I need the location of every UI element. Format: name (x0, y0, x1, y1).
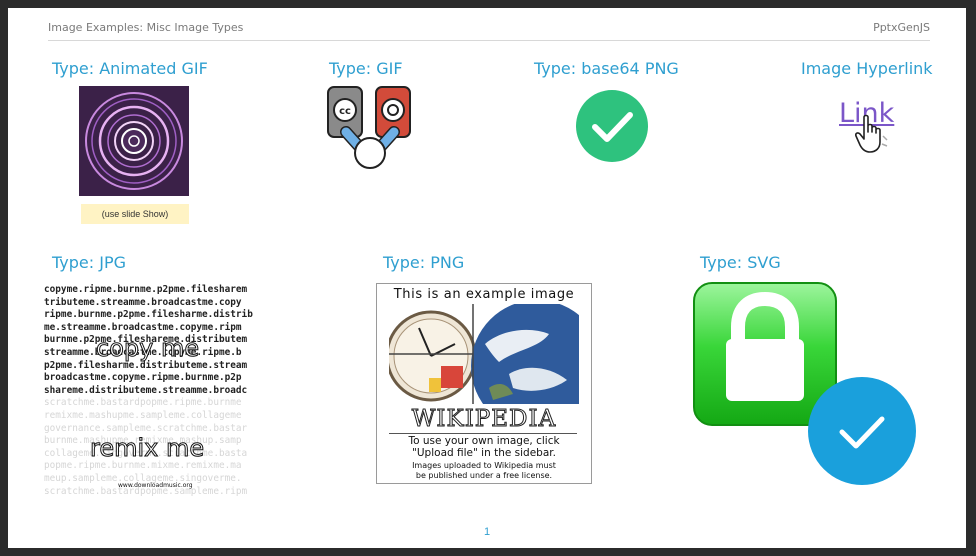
png-line-1: To use your own image, click (408, 435, 560, 447)
lock-check-icon (693, 282, 916, 485)
remix-me-text: remix me (89, 434, 205, 463)
png-label: Type: PNG (383, 253, 465, 272)
page-number: 1 (483, 526, 491, 538)
jpg-text-line: broadcastme.copyme.ripme.burnme.p2p (44, 372, 242, 384)
jpg-text-line: popme.ripme.burnme.mixme.remixme.ma (44, 460, 242, 472)
png-instructions: To use your own image, click "Upload fil… (377, 435, 591, 459)
png-image-title: This is an example image (393, 287, 575, 302)
png-line-4: be published under a free license. (415, 471, 553, 480)
animated-gif-image (79, 86, 189, 196)
svg-label: Type: SVG (700, 253, 781, 272)
jpg-text-line: shareme.distributeme.streamme.broadc (44, 384, 248, 396)
gif-label: Type: GIF (329, 59, 403, 78)
slide: Image Examples: Misc Image Types PptxGen… (8, 8, 966, 548)
png-line-3: Images uploaded to Wikipedia must (412, 461, 556, 470)
clock-earth-illustration (389, 304, 579, 404)
jpg-text-texture: copyme.ripme.burnme.p2pme.filesharem tri… (44, 284, 264, 498)
jpg-image: copyme.ripme.burnme.p2pme.filesharem tri… (44, 284, 264, 510)
png-image: This is an example image WIKIPEDIA To us… (376, 283, 592, 484)
cc-figure-icon: cc (327, 86, 411, 169)
copy-me-text: copy me (95, 334, 200, 363)
slideshow-caption: (use slide Show) (81, 204, 189, 224)
jpg-text-line: remixme.mashupme.sampleme.collageme (44, 409, 242, 421)
jpg-text-line: scratchme.bastardpopme.ripme.burnme (44, 397, 242, 409)
png-license-note: Images uploaded to Wikipedia must be pub… (377, 461, 591, 481)
jpg-label: Type: JPG (52, 253, 126, 272)
jpg-text-line: tributeme.streamme.broadcastme.copy (44, 296, 242, 308)
wikipedia-wordmark: WIKIPEDIA (411, 406, 557, 433)
hyperlink-label: Image Hyperlink (801, 59, 933, 78)
animated-gif-label: Type: Animated GIF (52, 59, 208, 78)
header-divider (48, 40, 930, 41)
base64-png-label: Type: base64 PNG (534, 59, 679, 78)
check-circle-icon (576, 90, 648, 162)
jpg-text-line: me.streamme.broadcastme.copyme.ripm (44, 321, 242, 333)
jpg-text-line: ripme.burnme.p2pme.filesharme.distrib (44, 309, 253, 321)
png-line-2: "Upload file" in the sidebar. (412, 447, 556, 459)
svg-text:cc: cc (339, 106, 351, 117)
brand-label: PptxGenJS (873, 21, 930, 34)
hand-pointer-icon (855, 114, 888, 153)
jpg-text-line: copyme.ripme.burnme.p2pme.filesharem (44, 284, 248, 295)
slide-title: Image Examples: Misc Image Types (48, 21, 244, 34)
png-divider (389, 433, 577, 434)
jpg-credit: www.downloadmusic.org (118, 482, 193, 489)
